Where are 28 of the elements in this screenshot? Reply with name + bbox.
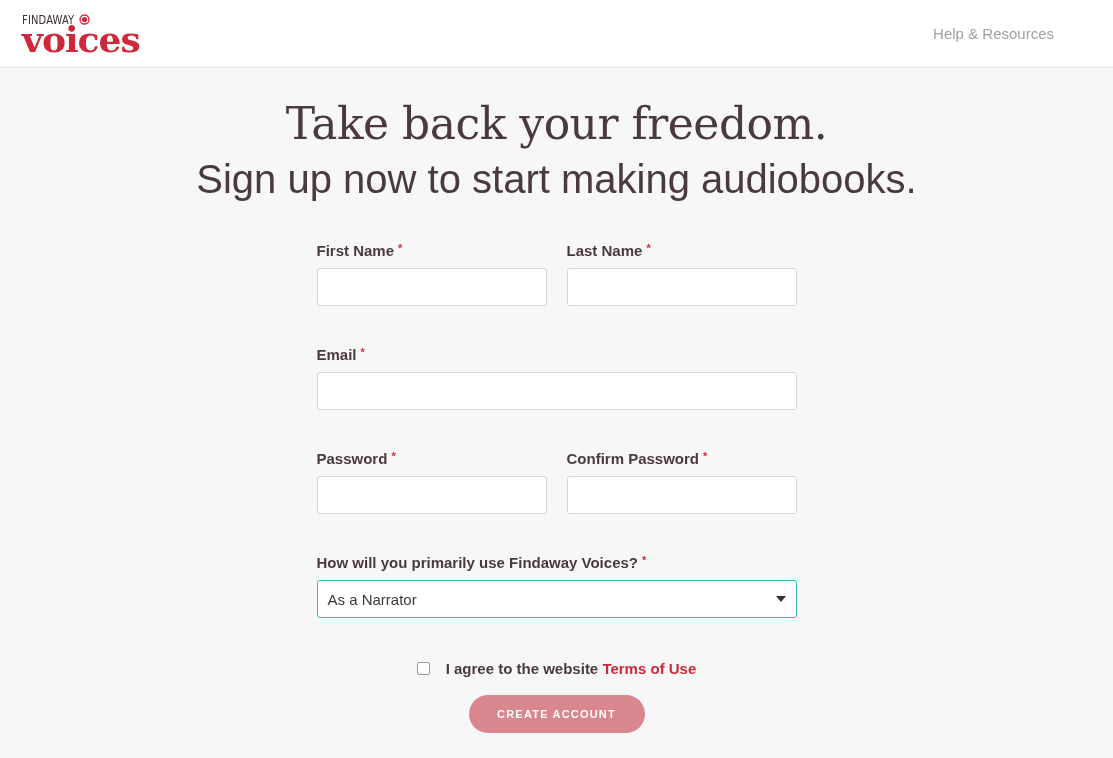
field-label: Email * (316, 346, 366, 363)
caret-icon (775, 596, 786, 602)
agree-text: I agree to the website Terms of Use (445, 660, 697, 677)
required-mark: * (360, 346, 365, 358)
terms-link[interactable]: Terms of Use (602, 660, 697, 677)
field-label: Confirm Password * (566, 450, 709, 467)
field-label: How will you primarily use Findaway Voices? * (316, 554, 648, 571)
field-label: First Name * (316, 242, 404, 259)
required-mark: * (391, 450, 396, 462)
agree-checkbox[interactable] (416, 662, 430, 675)
logo-wordmark: FINDAWAY (22, 13, 75, 26)
input-field[interactable] (316, 476, 547, 514)
help-link[interactable]: Help & Resources (933, 25, 1054, 42)
required-mark: * (398, 242, 403, 254)
input-field[interactable] (566, 476, 797, 514)
field-label: Last Name * (566, 242, 652, 259)
logo-wordmark: voices (22, 24, 140, 54)
page-title: Take back your freedom. (285, 98, 828, 149)
field-label: Password * (316, 450, 397, 467)
input-field[interactable] (316, 268, 547, 306)
input-field[interactable] (566, 268, 797, 306)
required-mark: * (646, 242, 651, 254)
record-dot-icon (78, 14, 90, 25)
page-subtitle: Sign up now to start making audiobooks. (196, 157, 917, 202)
usage-dropdown[interactable]: As a Narrator (316, 580, 797, 618)
required-mark: * (642, 554, 647, 566)
input-field[interactable] (316, 372, 797, 410)
required-mark: * (703, 450, 708, 462)
